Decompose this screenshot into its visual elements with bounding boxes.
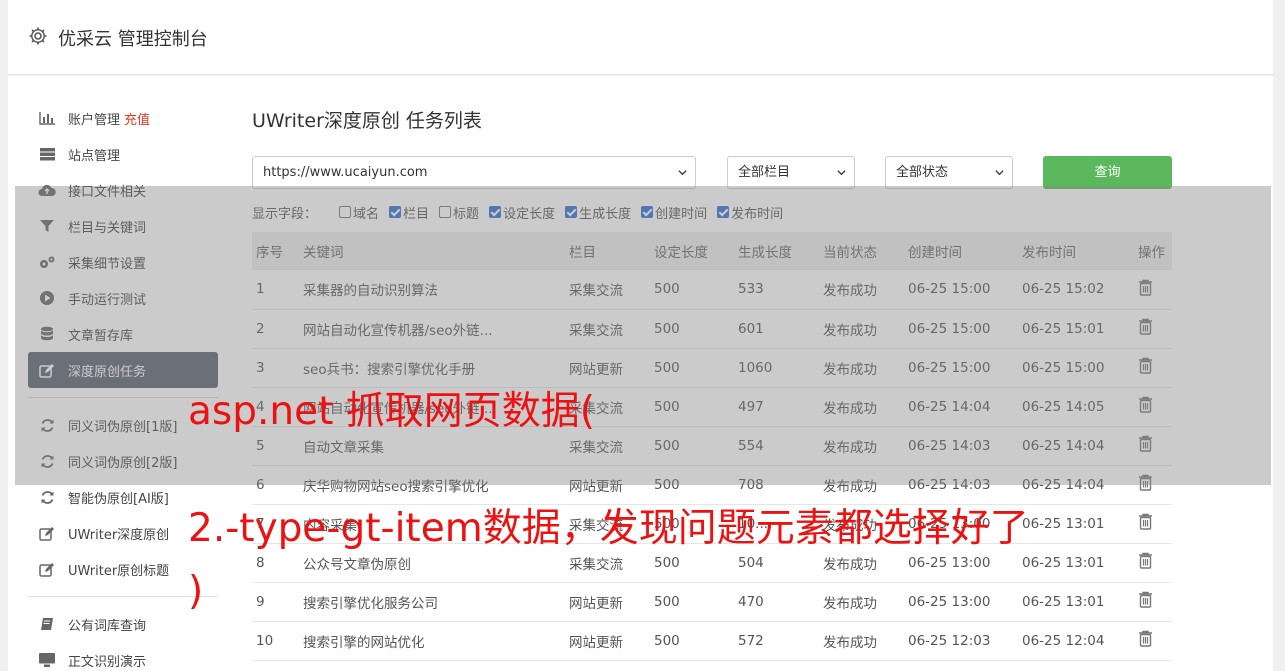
sidebar-item-label: 公有词库查询: [68, 618, 147, 634]
bar-chart-icon: [38, 110, 56, 126]
sidebar-item-label: 智能伪原创[AI版]: [68, 491, 169, 507]
sidebar-item[interactable]: 站点管理: [28, 136, 218, 172]
filter-bar: https://www.ucaiyun.com 全部栏目 全部状态 查询: [252, 156, 1182, 190]
sidebar-item-label: UWriter原创标题: [68, 563, 170, 579]
chevron-down-icon: [678, 170, 687, 176]
table-row: 9 搜索引擎优化服务公司 网站更新 500 470 发布成功 06-25 13:00 06-2…: [252, 582, 1172, 622]
trash-icon[interactable]: [1138, 591, 1153, 608]
table-cell: 500: [650, 621, 734, 661]
table-cell: 网站更新: [565, 621, 650, 661]
table-cell: 发布成功: [819, 621, 904, 661]
column-select-value: 全部栏目: [738, 165, 791, 180]
trash-icon[interactable]: [1138, 630, 1153, 647]
sidebar-item[interactable]: 账户管理 充值: [28, 100, 218, 136]
top-header: 优采云 管理控制台: [8, 0, 1273, 75]
edit-icon: [38, 561, 56, 577]
sidebar-item[interactable]: 正文识别演示: [28, 642, 218, 671]
table-cell: 06-25 12:03: [904, 621, 1018, 661]
table-cell: 搜索引擎的网站优化: [299, 621, 565, 661]
table-cell: 9: [252, 582, 299, 622]
table-cell: [1134, 582, 1172, 622]
overlay-caption-line1: asp.net 抓取网页数据(: [188, 389, 595, 434]
table-cell: 发布成功: [819, 582, 904, 622]
table-cell: [1134, 621, 1172, 661]
chevron-down-icon: [995, 170, 1004, 176]
table-cell: 搜索引擎优化服务公司: [299, 582, 565, 622]
trash-icon[interactable]: [1138, 513, 1153, 530]
table-cell: 572: [734, 621, 819, 661]
site-select[interactable]: https://www.ucaiyun.com: [252, 156, 696, 189]
chevron-down-icon: [837, 170, 846, 176]
recharge-link[interactable]: 充值: [124, 109, 150, 128]
table-cell: 06-25 12:04: [1018, 621, 1134, 661]
refresh-icon: [38, 489, 56, 505]
overlay-caption-line3: ): [188, 569, 204, 614]
sidebar-item-label: 正文识别演示: [68, 654, 147, 670]
overlay-caption-line2: 2.-type-gt-item数据，发现问题元素都选择好了: [188, 506, 1029, 551]
table-cell: 06-25 13:01: [1018, 504, 1134, 544]
table-cell: [1134, 543, 1172, 583]
table-cell: 10: [252, 621, 299, 661]
query-button[interactable]: 查询: [1043, 156, 1172, 189]
sidebar-item-label: UWriter深度原创: [68, 527, 170, 543]
page-title: UWriter深度原创 任务列表: [252, 110, 482, 132]
table-cell: [1134, 504, 1172, 544]
monitor-icon: [38, 652, 56, 668]
table-cell: 470: [734, 582, 819, 622]
column-select[interactable]: 全部栏目: [727, 156, 855, 189]
main-content: UWriter深度原创 任务列表 https://www.ucaiyun.com…: [252, 106, 1182, 661]
table-cell: 06-25 13:00: [904, 582, 1018, 622]
status-select-value: 全部状态: [896, 165, 949, 180]
site-select-value: https://www.ucaiyun.com: [263, 165, 428, 180]
table-cell: 网站更新: [565, 582, 650, 622]
trash-icon[interactable]: [1138, 552, 1153, 569]
sidebar-item-label: 账户管理: [68, 112, 121, 128]
table-cell: 500: [650, 582, 734, 622]
table-row: 10 搜索引擎的网站优化 网站更新 500 572 发布成功 06-25 12:03 06-2…: [252, 621, 1172, 661]
image-overlay: [15, 186, 1271, 485]
table-cell: 06-25 13:01: [1018, 543, 1134, 583]
edit-icon: [38, 525, 56, 541]
server-icon: [38, 146, 56, 162]
gear-icon: [29, 27, 47, 45]
status-select[interactable]: 全部状态: [885, 156, 1013, 189]
app-title: 优采云 管理控制台: [58, 29, 208, 50]
table-cell: 06-25 13:01: [1018, 582, 1134, 622]
book-icon: [38, 616, 56, 632]
sidebar-item-label: 站点管理: [68, 148, 121, 164]
